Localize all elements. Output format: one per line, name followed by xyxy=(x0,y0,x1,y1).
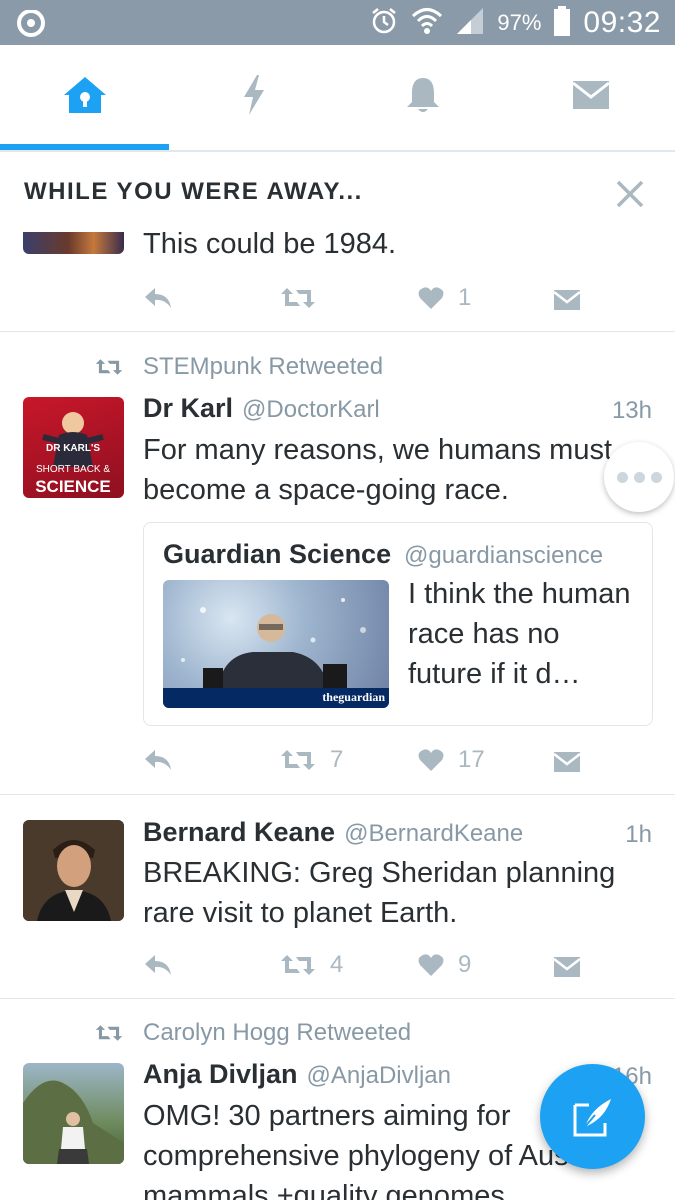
status-bar: 97% 09:32 xyxy=(0,0,675,45)
while-you-were-away-panel: WHILE YOU WERE AWAY... This could be 198… xyxy=(0,152,675,332)
reply-icon xyxy=(145,750,171,770)
retweeted-by: STEMpunk Retweeted xyxy=(143,353,384,380)
battery-icon xyxy=(553,5,571,41)
image-caption: theguardian xyxy=(322,690,385,704)
alarm-icon xyxy=(369,6,399,41)
avatar[interactable] xyxy=(23,232,124,254)
tweet-card[interactable]: Bernard Keane @BernardKeane 1h BREAKING:… xyxy=(0,795,675,999)
retweeted-by: Carolyn Hogg Retweeted xyxy=(143,1019,412,1046)
envelope-icon xyxy=(553,957,581,977)
author-handle[interactable]: @AnjaDivljan xyxy=(307,1062,451,1090)
heart-icon xyxy=(418,287,444,309)
tweet-text: This could be 1984. xyxy=(143,228,397,260)
quoted-text: I think the human race has no future if … xyxy=(408,578,631,690)
retweet-context: STEMpunk Retweeted xyxy=(95,352,383,382)
like-button[interactable]: 17 xyxy=(418,740,485,780)
tweet-text: For many reasons, we humans must become … xyxy=(143,434,613,506)
tab-moments[interactable] xyxy=(169,45,338,150)
dot-icon xyxy=(650,471,662,483)
avatar-text-2: SHORT BACK & xyxy=(36,464,110,475)
author-name[interactable]: Bernard Keane xyxy=(143,817,335,848)
signal-icon xyxy=(455,6,485,41)
wifi-icon xyxy=(411,5,443,42)
retweet-icon xyxy=(281,955,315,975)
author-name[interactable]: Dr Karl xyxy=(143,393,233,424)
active-tab-indicator xyxy=(0,144,169,150)
retweet-icon xyxy=(281,750,315,770)
tab-bar xyxy=(0,45,675,152)
tweet-actions: 4 9 xyxy=(143,945,643,985)
tweet-time: 1h xyxy=(625,821,652,848)
tweet-header: Bernard Keane @BernardKeane xyxy=(143,817,523,848)
envelope-icon xyxy=(553,752,581,772)
retweet-icon xyxy=(281,288,315,308)
like-count: 17 xyxy=(458,746,485,773)
reply-button[interactable] xyxy=(143,945,173,985)
bell-icon xyxy=(405,75,441,120)
tweet-actions: 7 17 xyxy=(143,740,643,780)
avatar-text-1: DR KARL'S xyxy=(46,443,100,454)
retweet-icon xyxy=(95,1025,123,1041)
dm-button[interactable] xyxy=(553,945,581,985)
heart-icon xyxy=(418,954,444,976)
quoted-image[interactable]: theguardian xyxy=(163,580,389,708)
retweet-button[interactable] xyxy=(280,278,316,318)
tweet-header: Dr Karl @DoctorKarl xyxy=(143,393,380,424)
tab-messages[interactable] xyxy=(506,45,675,150)
quoted-author-name: Guardian Science xyxy=(163,539,392,569)
author-handle[interactable]: @BernardKeane xyxy=(344,820,523,848)
tab-notifications[interactable] xyxy=(338,45,507,150)
retweet-button[interactable]: 4 xyxy=(280,945,343,985)
avatar[interactable] xyxy=(23,1063,124,1164)
compose-icon xyxy=(573,1098,611,1136)
quoted-author-handle: @guardianscience xyxy=(404,542,604,569)
tweet-header: Anja Divljan @AnjaDivljan xyxy=(143,1059,451,1090)
envelope-icon xyxy=(571,79,611,116)
lightning-icon xyxy=(242,75,266,120)
home-icon xyxy=(62,75,108,120)
avatar[interactable] xyxy=(23,820,124,921)
avatar[interactable]: DR KARL'S SHORT BACK & SCIENCE xyxy=(23,397,124,498)
dot-icon xyxy=(633,471,645,483)
like-count: 9 xyxy=(458,951,472,978)
dot-icon xyxy=(616,471,628,483)
like-button[interactable]: 9 xyxy=(418,945,471,985)
reply-icon xyxy=(145,955,171,975)
battery-percent: 97% xyxy=(497,10,542,35)
retweet-icon xyxy=(95,359,123,375)
tab-home[interactable] xyxy=(0,45,169,150)
tweet-text: BREAKING: Greg Sheridan planning rare vi… xyxy=(143,857,616,929)
retweet-context: Carolyn Hogg Retweeted xyxy=(95,1018,411,1048)
more-options-button[interactable] xyxy=(604,442,674,512)
close-button[interactable] xyxy=(612,176,648,212)
envelope-icon xyxy=(553,290,581,310)
like-button[interactable]: 1 xyxy=(418,278,471,318)
reply-icon xyxy=(145,288,171,308)
avatar-text-3: SCIENCE xyxy=(35,477,111,496)
app-notification-icon xyxy=(16,9,46,37)
retweet-button[interactable]: 7 xyxy=(280,740,343,780)
retweet-count: 4 xyxy=(330,951,344,978)
section-title: WHILE YOU WERE AWAY... xyxy=(24,178,363,205)
reply-button[interactable] xyxy=(143,278,173,318)
quoted-tweet[interactable]: Guardian Science @guardianscience thegua… xyxy=(143,522,653,726)
dm-button[interactable] xyxy=(553,740,581,780)
reply-button[interactable] xyxy=(143,740,173,780)
tweet-actions: 1 xyxy=(143,278,643,318)
author-name[interactable]: Anja Divljan xyxy=(143,1059,298,1090)
close-icon xyxy=(616,180,644,208)
retweet-count: 7 xyxy=(330,746,344,773)
heart-icon xyxy=(418,749,444,771)
author-handle[interactable]: @DoctorKarl xyxy=(242,396,380,424)
dm-button[interactable] xyxy=(553,278,581,318)
compose-tweet-button[interactable] xyxy=(540,1064,645,1169)
clock: 09:32 xyxy=(583,6,661,39)
like-count: 1 xyxy=(458,284,472,311)
tweet-time: 13h xyxy=(611,397,652,424)
